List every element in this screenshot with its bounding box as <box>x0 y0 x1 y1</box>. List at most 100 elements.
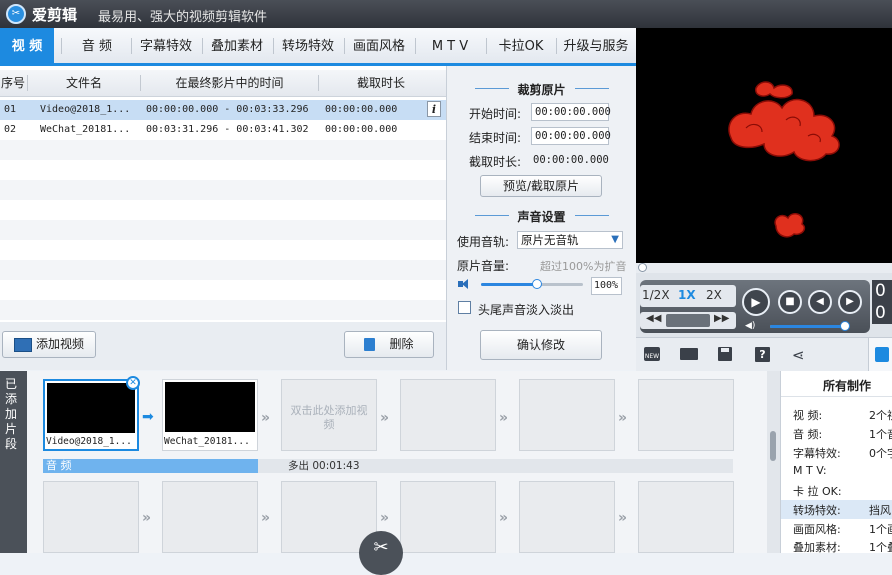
tab-upgrade-service[interactable]: 升级与服务 <box>559 28 633 63</box>
added-clips-label-bar: 已添加片段 <box>0 371 27 553</box>
audio-track-value: 原片无音轨 <box>521 233 579 247</box>
confirm-button[interactable]: 确认修改 <box>480 330 602 360</box>
previous-frame-icon[interactable]: ◀ <box>808 290 832 314</box>
row-index: 01 <box>4 104 17 115</box>
end-time-field[interactable]: 00:00:00.000 <box>531 127 611 145</box>
help-icon[interactable]: ? <box>755 347 770 362</box>
table-row[interactable]: 01 Video@2018_1... 00:00:00.000 - 00:03:… <box>0 100 446 120</box>
timeline-clip[interactable]: Video@2018_1... <box>43 379 139 451</box>
play-icon[interactable]: ▶ <box>742 288 770 316</box>
fade-checkbox[interactable] <box>458 301 471 314</box>
trash-icon <box>364 338 376 351</box>
start-time-field[interactable]: 00:00:00.000 <box>531 103 611 121</box>
trim-section-title: 裁剪原片 <box>517 83 566 97</box>
panel-toggle-button[interactable] <box>868 338 892 371</box>
video-preview[interactable] <box>636 28 892 263</box>
empty-slot[interactable] <box>162 481 258 553</box>
tab-picture-style[interactable]: 画面风格 <box>347 28 411 63</box>
speed-2x[interactable]: 2X <box>706 288 722 302</box>
seek-knob[interactable] <box>638 263 647 272</box>
delete-label: 删除 <box>389 337 414 351</box>
audio-track-fill <box>43 459 258 473</box>
col-time-in-movie[interactable]: 在最终影片中的时间 <box>141 70 318 96</box>
add-video-placeholder[interactable]: 双击此处添加视频 <box>281 379 377 451</box>
transition-arrow-icon: » <box>499 510 509 526</box>
empty-slot[interactable] <box>400 481 496 553</box>
scissors-icon[interactable]: ✂ <box>359 531 403 575</box>
delete-button[interactable]: 删除 <box>344 331 434 358</box>
timeline-clip[interactable]: WeChat_20181... <box>162 379 258 451</box>
share-icon[interactable]: ⋖ <box>792 346 805 364</box>
empty-slot[interactable] <box>519 379 615 451</box>
jog-shuttle[interactable]: ◀◀ ▶▶ <box>640 312 736 329</box>
transition-arrow-icon: » <box>380 510 390 526</box>
summary-row: 画面风格: 1个画 <box>793 523 892 536</box>
fast-forward-icon[interactable]: ▶▶ <box>714 313 729 324</box>
tab-subtitle-effects[interactable]: 字幕特效 <box>134 28 198 63</box>
col-index[interactable]: 序号 <box>0 70 26 96</box>
transition-arrow-icon: » <box>618 410 628 426</box>
next-frame-icon[interactable]: ▶ <box>838 290 862 314</box>
audio-track-label: 音 频 <box>46 459 72 472</box>
clip-table: 序号 文件名 在最终影片中的时间 截取时长 01 Video@2018_1...… <box>0 66 447 322</box>
summary-row: 字幕特效: 0个字 <box>793 447 892 460</box>
volume-value[interactable]: 100% <box>591 277 622 295</box>
empty-slot[interactable] <box>638 481 734 553</box>
timeline: Video@2018_1... ✕ ➡ WeChat_20181... » 双击… <box>27 371 767 575</box>
summary-row: 视 频: 2个视 <box>793 409 892 422</box>
list-icon <box>875 347 889 362</box>
speed-half[interactable]: 1/2X <box>642 288 670 302</box>
summary-row: 卡 拉 OK: <box>793 485 842 498</box>
time-display: 0 0 <box>872 280 892 324</box>
player-volume-slider[interactable] <box>770 321 850 331</box>
tab-video[interactable]: 视 频 <box>0 28 54 63</box>
speaker-icon <box>458 279 472 289</box>
audio-track[interactable]: 音 频 多出 00:01:43 <box>43 459 733 473</box>
open-folder-icon[interactable] <box>680 348 698 360</box>
transition-arrow-icon: » <box>261 510 271 526</box>
row-filename: Video@2018_1... <box>40 104 131 115</box>
tab-karaoke[interactable]: 卡拉OK <box>489 28 553 63</box>
empty-slot[interactable] <box>638 379 734 451</box>
add-video-button[interactable]: 添加视频 <box>2 331 96 358</box>
tab-transition-effects[interactable]: 转场特效 <box>276 28 340 63</box>
info-icon[interactable]: i <box>427 101 441 117</box>
empty-slot[interactable] <box>43 481 139 553</box>
table-row[interactable]: 02 WeChat_20181... 00:03:31.296 - 00:03:… <box>0 120 446 140</box>
col-filename[interactable]: 文件名 <box>28 70 140 96</box>
clip-name: WeChat_20181... <box>164 436 250 447</box>
stop-icon[interactable]: ■ <box>778 290 802 314</box>
audio-track-select[interactable]: 原片无音轨 ▼ <box>517 231 623 249</box>
col-duration[interactable]: 截取时长 <box>319 70 443 96</box>
volume-slider[interactable] <box>481 279 583 289</box>
audio-track-label: 使用音轨: <box>457 235 510 249</box>
jog-wheel[interactable] <box>666 314 710 327</box>
start-time-label: 开始时间: <box>469 107 522 121</box>
timeline-scrollbar[interactable] <box>767 371 780 553</box>
save-icon[interactable] <box>718 347 732 361</box>
cloud-pattern-image <box>728 81 840 238</box>
cut-duration-value: 00:00:00.000 <box>533 154 609 166</box>
empty-slot[interactable] <box>400 379 496 451</box>
sound-section-title: 声音设置 <box>517 210 566 224</box>
tab-audio[interactable]: 音 频 <box>66 28 128 63</box>
rewind-icon[interactable]: ◀◀ <box>646 313 661 324</box>
preview-cut-button[interactable]: 预览/截取原片 <box>480 175 602 197</box>
tab-mtv[interactable]: M T V <box>418 28 482 63</box>
remove-clip-icon[interactable]: ✕ <box>126 376 140 390</box>
empty-slot[interactable] <box>519 481 615 553</box>
transition-arrow-icon: » <box>261 410 271 426</box>
clip-thumbnail <box>47 383 135 433</box>
summary-row-highlighted: 转场特效: 挡风 <box>781 500 892 519</box>
speed-1x[interactable]: 1X <box>678 288 696 302</box>
new-project-icon[interactable]: NEW <box>644 347 660 361</box>
cut-duration-label: 截取时长: <box>469 155 522 169</box>
arrow-right-icon: ➡ <box>142 409 154 425</box>
tab-overlay-material[interactable]: 叠加素材 <box>205 28 269 63</box>
fade-label: 头尾声音淡入淡出 <box>478 303 575 317</box>
add-video-label: 添加视频 <box>35 337 84 351</box>
transition-arrow-icon: » <box>142 510 152 526</box>
audio-extra-duration: 多出 00:01:43 <box>288 460 360 472</box>
volume-slider-knob[interactable] <box>532 279 543 289</box>
scrollbar-thumb[interactable] <box>770 431 776 461</box>
